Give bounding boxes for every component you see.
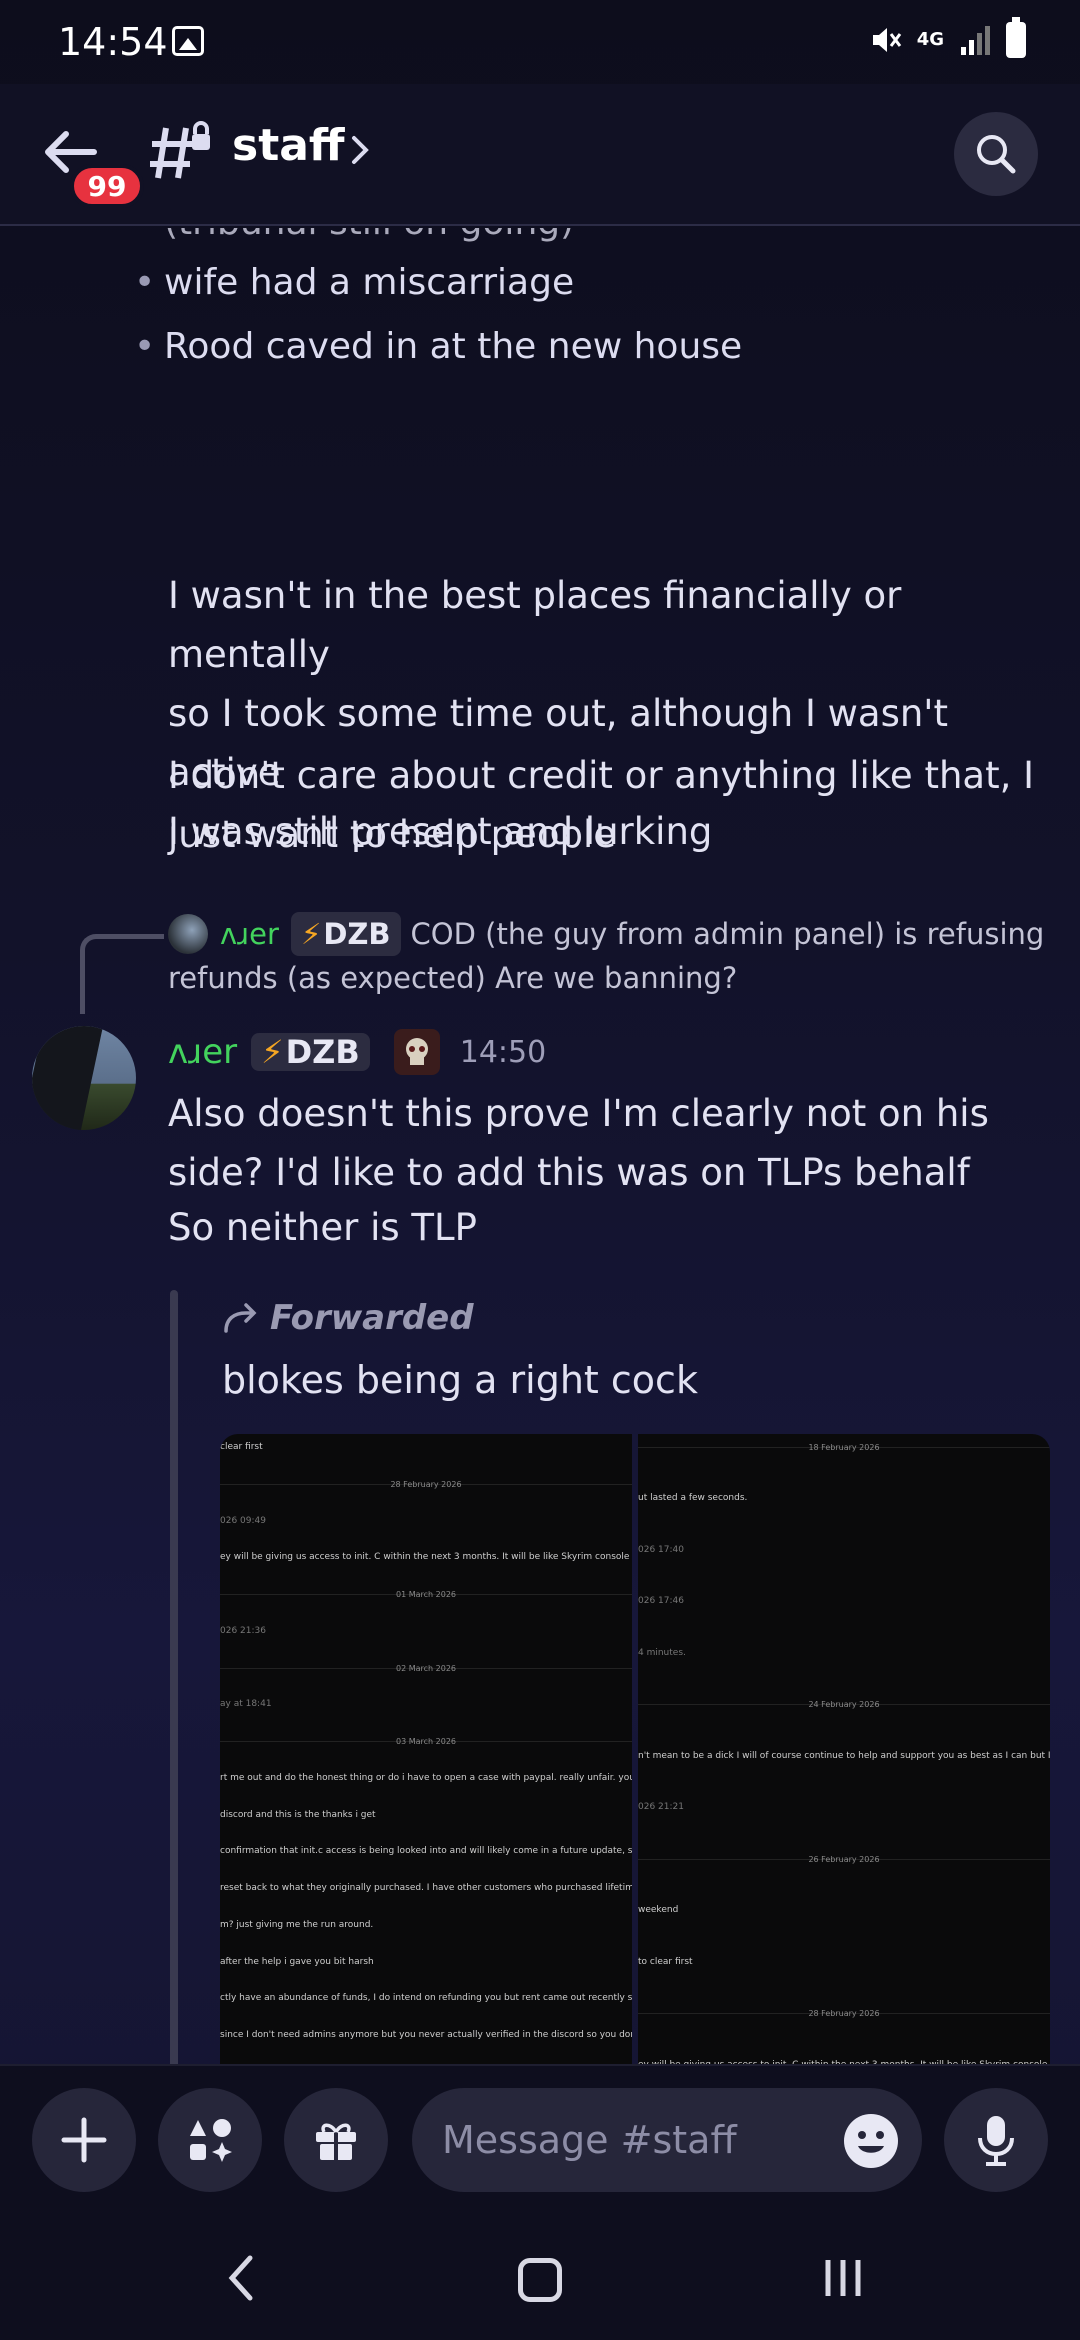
plus-icon — [61, 2117, 107, 2163]
chevron-right-icon[interactable] — [348, 132, 372, 168]
apps-icon — [190, 2119, 232, 2162]
screenshot-date-divider: 02 March 2026 — [395, 1663, 456, 1673]
server-tag[interactable]: ⚡DZB — [251, 1033, 370, 1071]
list-item: wife had a miscarriage — [134, 262, 574, 303]
attachment-image-left[interactable]: clear first 28 February 2026 026 09:49 ey w… — [220, 1434, 632, 2064]
bolt-icon: ⚡ — [261, 1033, 284, 1071]
message-line: I wasn't in the best places financially … — [168, 574, 902, 676]
search-button[interactable] — [954, 112, 1038, 196]
screenshot-text-line: rt me out and do the honest thing or do … — [220, 1772, 632, 1783]
screenshot-date-divider: 28 February 2026 — [808, 2009, 880, 2019]
emoji-icon[interactable] — [842, 2112, 900, 2170]
locked-channel-icon — [150, 121, 210, 179]
message-input[interactable]: Message #staff — [412, 2088, 922, 2192]
message-list[interactable]: (tribunal still on going) wife had a mis… — [0, 228, 1080, 2064]
message-input-placeholder: Message #staff — [442, 2118, 737, 2162]
screenshot-text-line: 026 21:36 — [220, 1625, 266, 1636]
message-line: side? I'd like to add this was on TLPs b… — [168, 1151, 970, 1194]
system-nav-bar — [0, 2214, 1080, 2340]
status-bar: 14:54 4G — [0, 0, 1080, 84]
reply-tag-label: DZB — [323, 917, 391, 951]
screenshot-date-divider: 01 March 2026 — [395, 1590, 456, 1600]
forwarded-label: Forwarded — [222, 1298, 474, 1338]
message-body: So neither is TLP — [168, 1198, 1048, 1257]
screenshot-text-line: 026 21:21 — [638, 1802, 684, 1813]
screenshot-text-line: after the help i gave you bit harsh — [220, 1956, 374, 1967]
screenshot-text-line: 026 17:46 — [638, 1596, 684, 1607]
screenshot-text-line: 4 minutes. — [638, 1647, 686, 1658]
message-line: Also doesn't this prove I'm clearly not … — [168, 1092, 989, 1135]
message-composer: Message #staff — [0, 2064, 1080, 2214]
unread-badge: 99 — [70, 164, 144, 208]
screenshot-text-line: ay at 18:41 — [220, 1699, 272, 1710]
screenshot-text-line: ut lasted a few seconds. — [638, 1493, 748, 1504]
message-line: So neither is TLP — [168, 1206, 477, 1249]
voice-message-button[interactable] — [944, 2088, 1048, 2192]
list-item: (tribunal still on going) — [134, 228, 574, 243]
screenshot-date-divider: 26 February 2026 — [808, 1854, 880, 1864]
reply-server-tag: ⚡DZB — [290, 912, 401, 956]
forward-arrow-icon — [224, 1303, 257, 1333]
message-line: just want to help people — [168, 813, 616, 856]
status-time: 14:54 — [58, 20, 168, 64]
nav-back-icon[interactable] — [226, 2254, 256, 2302]
message-timestamp: 14:50 — [459, 1034, 547, 1070]
screenshot-text-line: ey will be giving us access to init. C w… — [220, 1552, 630, 1563]
screenshot-text-line: since I don't need admins anymore but yo… — [220, 2030, 632, 2041]
screenshot-text-line: 026 09:49 — [220, 1515, 266, 1526]
nav-home-icon[interactable] — [518, 2258, 562, 2302]
message-paragraph: I don't care about credit or anything li… — [168, 746, 1048, 864]
channel-header: 99 staff — [0, 84, 1080, 226]
screenshot-text-line: to clear first — [638, 1956, 693, 1967]
bolt-icon: ⚡ — [300, 917, 322, 951]
attachment-gallery[interactable]: clear first 28 February 2026 026 09:49 ey w… — [220, 1434, 1050, 2064]
add-attachment-button[interactable] — [32, 2088, 136, 2192]
search-icon — [977, 135, 1016, 174]
message-username[interactable]: ʌɹer — [168, 1032, 237, 1072]
status-icons: 4G — [869, 17, 1026, 58]
screenshot-text-line: n't mean to be a dick I will of course c… — [638, 1750, 1050, 1761]
avatar[interactable] — [32, 1026, 136, 1130]
gift-button[interactable] — [284, 2088, 388, 2192]
forward-bar — [170, 1290, 178, 2064]
message-header: ʌɹer ⚡DZB 14:50 — [168, 1024, 546, 1080]
apps-button[interactable] — [158, 2088, 262, 2192]
reply-preview[interactable]: ʌɹer ⚡DZB COD (the guy from admin panel) i… — [168, 912, 1048, 1000]
mute-icon — [872, 28, 901, 52]
forwarded-text: blokes being a right cock — [222, 1358, 698, 1402]
screenshot-text-line: discord and this is the thanks i get — [220, 1809, 376, 1820]
list-item: Rood caved in at the new house — [134, 326, 742, 367]
screenshot-date-divider: 24 February 2026 — [808, 1700, 880, 1710]
attachment-image-right[interactable]: 18 February 2026 ut lasted a few seconds.… — [638, 1434, 1050, 2064]
message-line: I don't care about credit or anything li… — [168, 754, 1035, 797]
screenshot-date-divider: 18 February 2026 — [808, 1443, 880, 1452]
screenshot-text-line: m? just giving me the run around. — [220, 1919, 374, 1930]
battery-icon — [1006, 17, 1026, 58]
screenshot-date-divider: 03 March 2026 — [395, 1737, 456, 1747]
nav-recents-icon[interactable] — [822, 2258, 864, 2298]
message-body: Also doesn't this prove I'm clearly not … — [168, 1084, 1048, 1202]
screenshot-text-line: ctly have an abundance of funds, I do in… — [220, 1993, 632, 2004]
reply-username[interactable]: ʌɹer — [220, 917, 279, 951]
gift-icon — [316, 2123, 356, 2160]
microphone-icon — [978, 2116, 1014, 2166]
screenshot-text-line: clear first — [220, 1442, 263, 1452]
network-label: 4G — [916, 29, 944, 50]
screenshot-text-line: reset back to what they originally purch… — [220, 1883, 632, 1894]
reply-text-line: COD (the guy from admin panel) is refusi… — [410, 917, 1045, 951]
screenshot-text-line: 026 17:40 — [638, 1544, 684, 1555]
reply-connector — [80, 934, 164, 1014]
skull-badge-icon — [393, 1029, 440, 1075]
screenshot-text-line: weekend — [638, 1905, 679, 1916]
channel-title[interactable]: staff — [232, 120, 345, 171]
screenshot-text-line: confirmation that init.c access is being… — [220, 1846, 632, 1857]
screenshot-date-divider: 28 February 2026 — [390, 1479, 462, 1489]
gallery-notification-icon — [172, 26, 204, 56]
signal-icon — [961, 26, 990, 55]
server-tag-label: DZB — [285, 1033, 360, 1071]
forwarded-label-text: Forwarded — [270, 1298, 474, 1338]
reply-text-line: refunds (as expected) Are we banning? — [168, 961, 738, 995]
